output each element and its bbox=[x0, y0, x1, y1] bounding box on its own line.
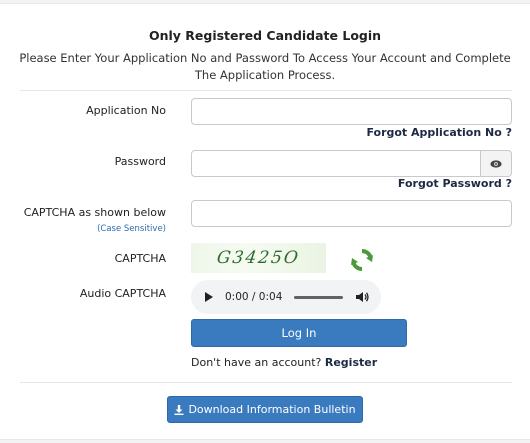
account-prompt-text: Don't have an account? bbox=[191, 356, 322, 369]
forgot-application-no-link[interactable]: Forgot Application No ? bbox=[366, 126, 512, 139]
form-title: Only Registered Candidate Login bbox=[148, 28, 382, 43]
show-password-button[interactable] bbox=[480, 150, 512, 177]
download-bulletin-label: Download Information Bulletin bbox=[188, 403, 356, 416]
bottom-border bbox=[0, 439, 530, 443]
captcha-image: G3425O bbox=[191, 243, 326, 273]
audio-progress-track[interactable] bbox=[294, 295, 343, 299]
audio-time: 0:00 / 0:04 bbox=[225, 291, 283, 303]
password-group bbox=[191, 150, 512, 177]
audio-player: 0:00 / 0:04 bbox=[191, 280, 381, 314]
password-input[interactable] bbox=[191, 150, 481, 177]
captcha-label: CAPTCHA bbox=[114, 252, 166, 265]
application-no-label: Application No bbox=[86, 104, 166, 117]
login-button[interactable]: Log In bbox=[191, 319, 407, 347]
volume-icon[interactable] bbox=[355, 291, 369, 303]
captcha-input-label: CAPTCHA as shown below bbox=[23, 206, 166, 219]
forgot-password-link[interactable]: Forgot Password ? bbox=[398, 177, 512, 190]
divider-top bbox=[20, 90, 512, 91]
play-icon[interactable] bbox=[205, 292, 213, 302]
login-panel: Only Registered Candidate Login Please E… bbox=[0, 4, 530, 443]
password-label: Password bbox=[114, 155, 166, 168]
divider-bottom bbox=[20, 382, 512, 383]
captcha-input[interactable] bbox=[191, 200, 512, 227]
refresh-icon[interactable] bbox=[349, 247, 375, 273]
download-bulletin-button[interactable]: Download Information Bulletin bbox=[167, 396, 363, 423]
download-icon bbox=[174, 404, 184, 415]
eye-icon bbox=[490, 159, 502, 168]
form-subtitle: Please Enter Your Application No and Pas… bbox=[19, 51, 511, 82]
audio-captcha-label: Audio CAPTCHA bbox=[79, 287, 166, 300]
captcha-text: G3425O bbox=[215, 248, 302, 268]
application-no-input[interactable] bbox=[191, 98, 512, 125]
register-link[interactable]: Register bbox=[325, 356, 377, 369]
register-prompt: Don't have an account? Register bbox=[191, 356, 377, 369]
case-sensitive-note: (Case Sensitive) bbox=[97, 224, 166, 234]
